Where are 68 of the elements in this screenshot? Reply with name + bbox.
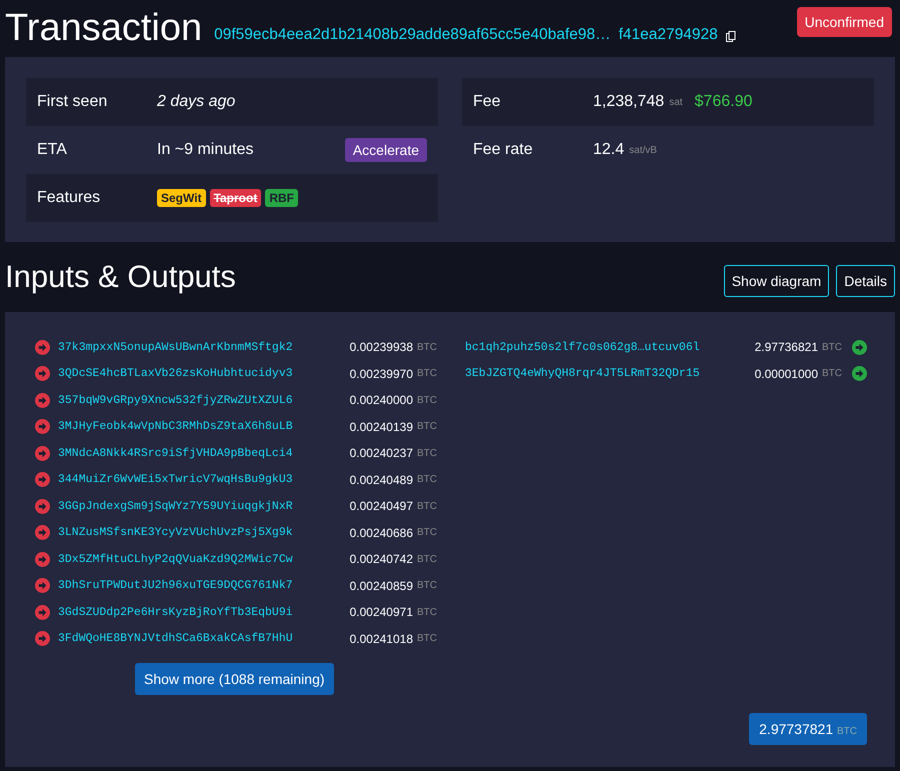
feature-tag: Taproot <box>210 189 262 207</box>
unit-label: sat/vB <box>629 144 657 156</box>
show-more-button[interactable]: Show more (1088 remaining) <box>135 663 334 695</box>
txid-link[interactable]: f41ea2794928 <box>618 26 718 44</box>
amount: 0.00239938 <box>350 340 413 354</box>
amount: 2.97736821 <box>754 340 818 354</box>
address-link[interactable]: bc1qh2puhz50s2lf7c0s062g8…utcuv06l <box>465 340 700 354</box>
amount: 0.00240686 <box>350 526 413 540</box>
amount: 0.00240742 <box>350 552 413 566</box>
detail-label: Features <box>37 189 102 207</box>
amount: 0.00240237 <box>350 446 413 460</box>
copy-icon[interactable] <box>726 31 736 42</box>
amount: 0.00240489 <box>350 472 413 487</box>
address-link[interactable]: 3LNZusMSfsnKE3YcyVzVUchUvzPsj5Xg9k <box>58 526 293 540</box>
address-link[interactable]: 37k3mpxxN5onupAWsUBwnArKbnmMSftgk2 <box>58 340 293 354</box>
total-amount-badge: 2.97737821 BTC <box>749 713 867 745</box>
unit-label: BTC <box>417 606 437 618</box>
section-title: Inputs & Outputs <box>5 259 236 295</box>
detail-value: 12.4 <box>593 141 624 159</box>
amount: 0.00001000 <box>754 366 818 381</box>
amount: 0.00240859 <box>350 578 413 593</box>
amount: 0.00240971 <box>350 605 413 620</box>
feature-tag: RBF <box>265 189 298 207</box>
outline-button[interactable]: Details <box>836 265 895 297</box>
accelerate-button[interactable]: Accelerate <box>344 138 427 162</box>
unit-label: BTC <box>417 527 437 538</box>
amount: 0.00240497 <box>350 499 413 514</box>
address-link[interactable]: 3EbJZGTQ4eWhyQH8rqr4JT5LRmT32QDr15 <box>465 367 700 380</box>
unit-label: BTC <box>417 448 437 459</box>
page-title: Transaction <box>5 7 202 50</box>
unit-label: BTC <box>417 554 437 565</box>
unit-label: BTC <box>417 342 437 353</box>
detail-value: 1,238,748 <box>593 93 664 111</box>
feature-tag: SegWit <box>157 189 206 207</box>
amount: 0.00240139 <box>350 420 413 434</box>
outline-button[interactable]: Show diagram <box>724 265 830 297</box>
amount: 0.00240000 <box>350 393 413 408</box>
amount: 0.00239970 <box>350 366 413 381</box>
amount: 0.00241018 <box>350 632 413 646</box>
address-link[interactable]: 3MNdcA8Nkk4RSrc9iSfjVHDA9pBbeqLci4 <box>58 446 293 460</box>
address-link[interactable]: 3MJHyFeobk4wVpNbC3RMhDsZ9taX6h8uLB <box>58 420 293 434</box>
unit-label: BTC <box>417 368 437 380</box>
unit-label: BTC <box>417 421 437 432</box>
unit-label: sat <box>669 96 683 108</box>
unit-label: BTC <box>417 580 437 592</box>
address-link[interactable]: 3QDcSE4hcBTLaxVb26zsKoHubhtucidyv3 <box>58 367 293 380</box>
unit-label: BTC <box>417 500 437 512</box>
detail-label: First seen <box>37 93 108 111</box>
address-link[interactable]: 344MuiZr6WvWEi5xTwricV7wqHsBu9gkU3 <box>58 473 293 486</box>
detail-value: In ~9 minutes <box>157 141 254 159</box>
address-link[interactable]: 3Dx5ZMfHtuCLhyP2qQVuaKzd9Q2MWic7Cw <box>58 552 293 566</box>
address-link[interactable]: 3GdSZUDdp2Pe6HrsKyzBjRoYfTb3EqbU9i <box>58 606 293 619</box>
unit-label: BTC <box>822 342 842 353</box>
address-link[interactable]: 3DhSruTPWDutJU2h96xuTGE9DQCG761Nk7 <box>58 579 293 592</box>
unit-label: BTC <box>417 474 437 486</box>
unit-label: BTC <box>417 633 437 644</box>
detail-label: ETA <box>37 141 68 159</box>
address-link[interactable]: 3FdWQoHE8BYNJVtdhSCa6BxakCAsfB7HhU <box>58 632 293 646</box>
detail-label: Fee rate <box>473 141 534 159</box>
unit-label: BTC <box>822 368 842 380</box>
detail-value: 2 days ago <box>157 93 236 111</box>
unit-label: BTC <box>417 394 437 406</box>
detail-label: Fee <box>473 93 502 111</box>
status-badge: Unconfirmed <box>796 6 892 36</box>
address-link[interactable]: 3GGpJndexgSm9jSqWYz7Y59UYiuqgkjNxR <box>58 500 293 513</box>
address-link[interactable]: 357bqW9vGRpy9Xncw532fjyZRwZUtXZUL6 <box>58 394 293 407</box>
txid-link[interactable]: 09f59ecb4eea2d1b21408b29adde89af65cc5e40bafe98… <box>214 26 611 44</box>
fiat-value: $766.90 <box>694 93 752 111</box>
